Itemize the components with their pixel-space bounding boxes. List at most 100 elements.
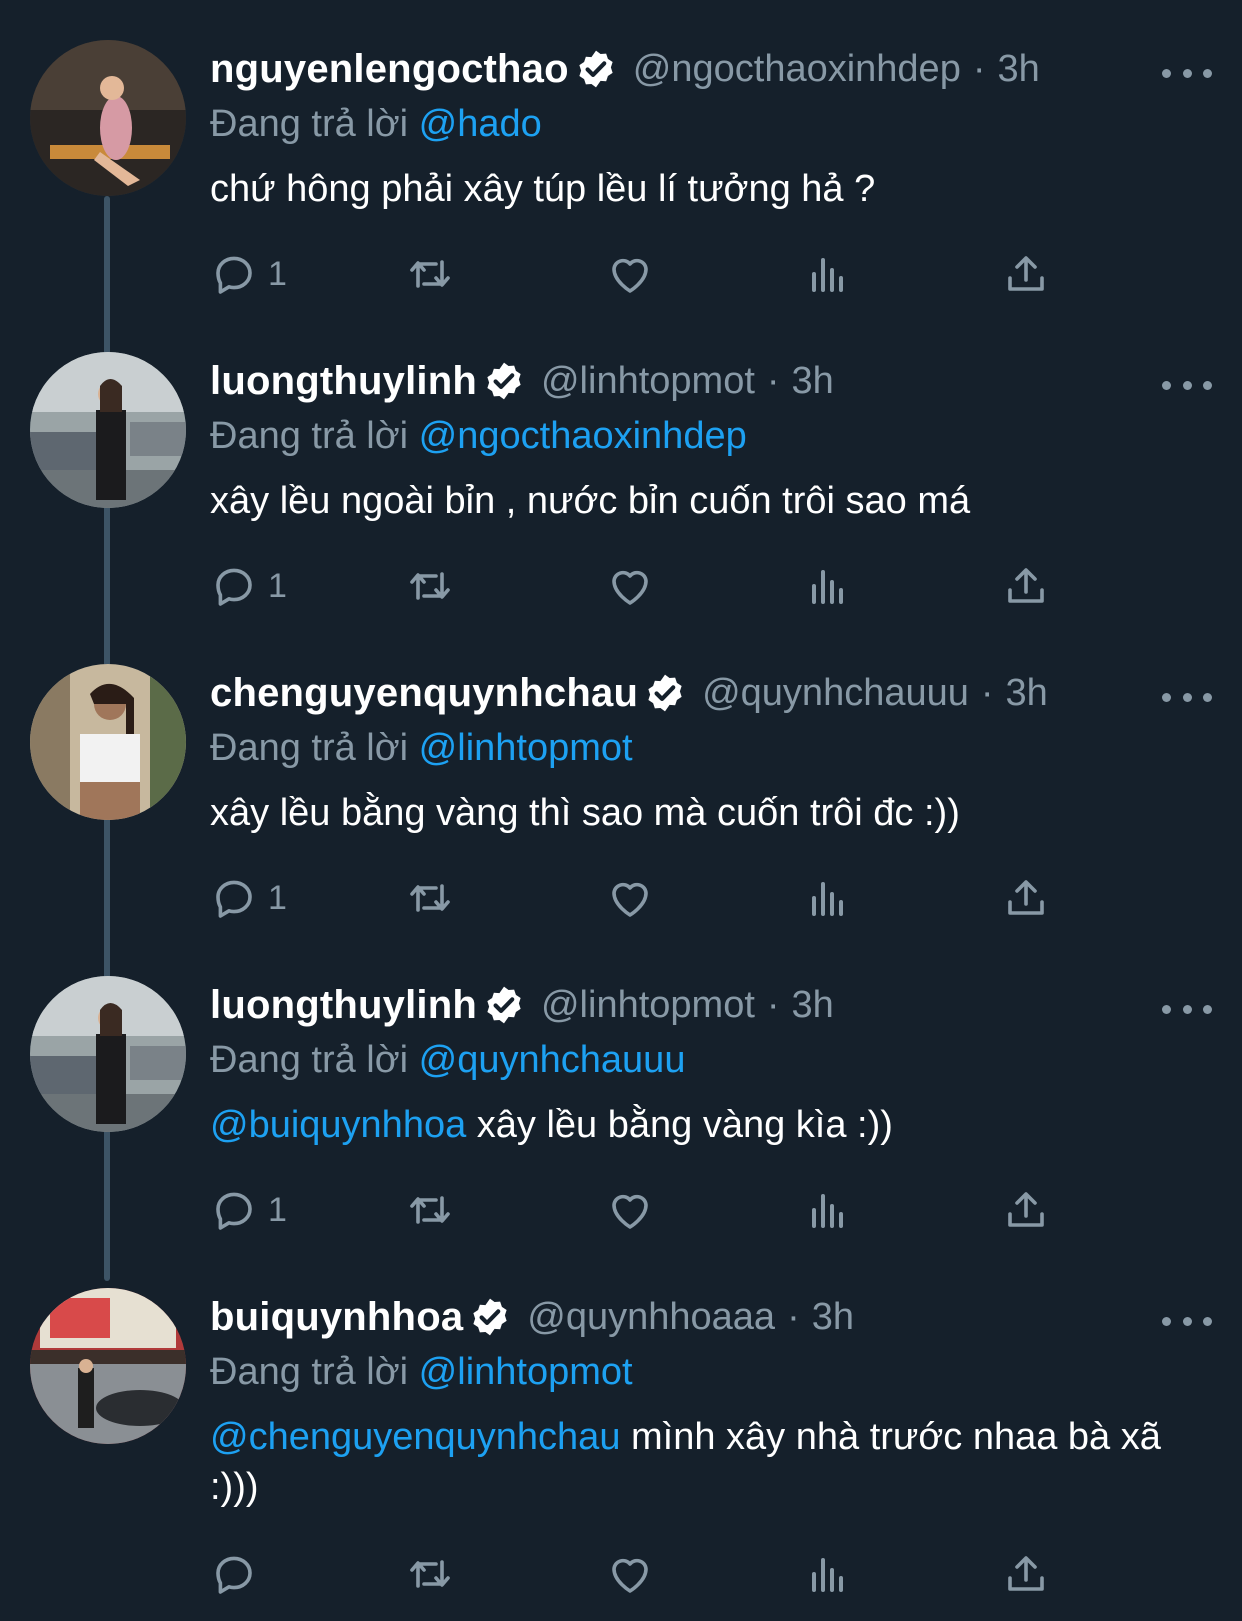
avatar[interactable] (30, 976, 186, 1132)
share-button[interactable] (1002, 1544, 1050, 1604)
display-name[interactable]: nguyenlengocthao (210, 47, 569, 92)
reply-button[interactable]: 1 (210, 1180, 287, 1240)
retweet-button[interactable] (406, 244, 454, 304)
reply-count: 1 (268, 254, 287, 293)
display-name[interactable]: luongthuylinh (210, 359, 477, 404)
analytics-icon (812, 882, 843, 916)
more-options-icon[interactable] (1162, 58, 1212, 88)
replying-to: Đang trả lời @quynhchauuu (210, 1034, 1210, 1086)
tweet-text-body: chứ hông phải xây túp lều lí tưởng hả ? (210, 168, 876, 210)
tweet[interactable]: chenguyenquynhchau @quynhchauuu · 3h Đan… (0, 624, 1242, 936)
tweet[interactable]: buiquynhhoa @quynhhoaaa · 3h Đang trả lờ… (0, 1248, 1242, 1621)
avatar[interactable] (30, 1288, 186, 1444)
reply-icon (216, 1556, 252, 1594)
more-options-icon[interactable] (1162, 994, 1212, 1024)
like-button[interactable] (606, 1544, 654, 1604)
avatar[interactable] (30, 352, 186, 508)
reply-icon (216, 568, 252, 606)
retweet-icon (410, 884, 450, 912)
analytics-icon (812, 258, 843, 292)
replying-to-mention[interactable]: @quynhchauuu (419, 1039, 686, 1081)
analytics-icon (812, 1194, 843, 1228)
timestamp[interactable]: 3h (997, 48, 1039, 91)
tweet-text-body: xây lều bằng vàng kìa :)) (466, 1104, 893, 1146)
replying-to-mention[interactable]: @ngocthaoxinhdep (419, 415, 747, 457)
tweet-text: xây lều bằng vàng thì sao mà cuốn trôi đ… (210, 788, 1210, 838)
like-button[interactable] (606, 1180, 654, 1240)
like-button[interactable] (606, 556, 654, 616)
tweet[interactable]: luongthuylinh @linhtopmot · 3h Đang trả … (0, 936, 1242, 1248)
share-button[interactable] (1002, 868, 1050, 928)
verified-badge-icon (473, 1298, 507, 1336)
reply-icon (216, 256, 252, 294)
timestamp[interactable]: 3h (792, 984, 834, 1027)
more-options-icon[interactable] (1162, 370, 1212, 400)
tweet[interactable]: luongthuylinh @linhtopmot · 3h Đang trả … (0, 312, 1242, 624)
user-handle[interactable]: @linhtopmot (541, 360, 755, 403)
replying-to-mention[interactable]: @linhtopmot (419, 727, 633, 769)
share-icon (1008, 1556, 1044, 1591)
display-name[interactable]: luongthuylinh (210, 983, 477, 1028)
like-icon (612, 1194, 648, 1229)
replying-to: Đang trả lời @ngocthaoxinhdep (210, 410, 1210, 462)
reply-count: 1 (268, 1190, 287, 1229)
retweet-icon (410, 1560, 450, 1588)
tweet-text-body: xây lều bằng vàng thì sao mà cuốn trôi đ… (210, 792, 960, 834)
replying-to-mention[interactable]: @linhtopmot (419, 1351, 633, 1393)
retweet-button[interactable] (406, 1180, 454, 1240)
user-handle[interactable]: @ngocthaoxinhdep (633, 48, 961, 91)
retweet-icon (410, 572, 450, 600)
user-handle[interactable]: @linhtopmot (541, 984, 755, 1027)
reply-icon (216, 880, 252, 918)
analytics-button[interactable] (804, 556, 852, 616)
replying-to-label: Đang trả lời (210, 1351, 409, 1393)
analytics-button[interactable] (804, 868, 852, 928)
user-handle[interactable]: @quynhchauuu (702, 672, 969, 715)
tweet-text: @chenguyenquynhchau mình xây nhà trước n… (210, 1412, 1210, 1512)
analytics-button[interactable] (804, 244, 852, 304)
replying-to-label: Đang trả lời (210, 103, 409, 145)
replying-to-mention[interactable]: @hado (419, 103, 542, 145)
reply-button[interactable] (210, 1544, 268, 1604)
replying-to: Đang trả lời @linhtopmot (210, 1346, 1210, 1398)
like-button[interactable] (606, 244, 654, 304)
like-icon (612, 570, 648, 605)
reply-button[interactable]: 1 (210, 244, 287, 304)
timestamp[interactable]: 3h (812, 1296, 854, 1339)
replying-to: Đang trả lời @hado (210, 98, 1210, 150)
tweet[interactable]: nguyenlengocthao @ngocthaoxinhdep · 3h Đ… (0, 0, 1242, 312)
share-icon (1008, 568, 1044, 603)
separator-dot: · (980, 671, 994, 714)
analytics-button[interactable] (804, 1544, 852, 1604)
share-icon (1008, 1192, 1044, 1227)
reply-count: 1 (268, 878, 287, 917)
share-button[interactable] (1002, 556, 1050, 616)
replying-to-label: Đang trả lời (210, 1039, 409, 1081)
reply-count: 1 (268, 566, 287, 605)
share-button[interactable] (1002, 1180, 1050, 1240)
text-mention[interactable]: @buiquynhhoa (210, 1104, 466, 1146)
display-name[interactable]: buiquynhhoa (210, 1295, 463, 1340)
more-options-icon[interactable] (1162, 682, 1212, 712)
avatar[interactable] (30, 664, 186, 820)
tweet-text: chứ hông phải xây túp lều lí tưởng hả ? (210, 164, 1210, 214)
retweet-button[interactable] (406, 1544, 454, 1604)
more-options-icon[interactable] (1162, 1306, 1212, 1336)
replying-to-label: Đang trả lời (210, 727, 409, 769)
timestamp[interactable]: 3h (792, 360, 834, 403)
display-name[interactable]: chenguyenquynhchau (210, 671, 638, 716)
analytics-button[interactable] (804, 1180, 852, 1240)
timestamp[interactable]: 3h (1006, 672, 1048, 715)
replying-to-label: Đang trả lời (210, 415, 409, 457)
avatar[interactable] (30, 40, 186, 196)
user-handle[interactable]: @quynhhoaaa (527, 1296, 775, 1339)
text-mention[interactable]: @chenguyenquynhchau (210, 1416, 620, 1458)
separator-dot: · (972, 47, 986, 90)
reply-button[interactable]: 1 (210, 868, 287, 928)
reply-button[interactable]: 1 (210, 556, 287, 616)
like-button[interactable] (606, 868, 654, 928)
retweet-button[interactable] (406, 556, 454, 616)
share-icon (1008, 256, 1044, 291)
retweet-button[interactable] (406, 868, 454, 928)
share-button[interactable] (1002, 244, 1050, 304)
